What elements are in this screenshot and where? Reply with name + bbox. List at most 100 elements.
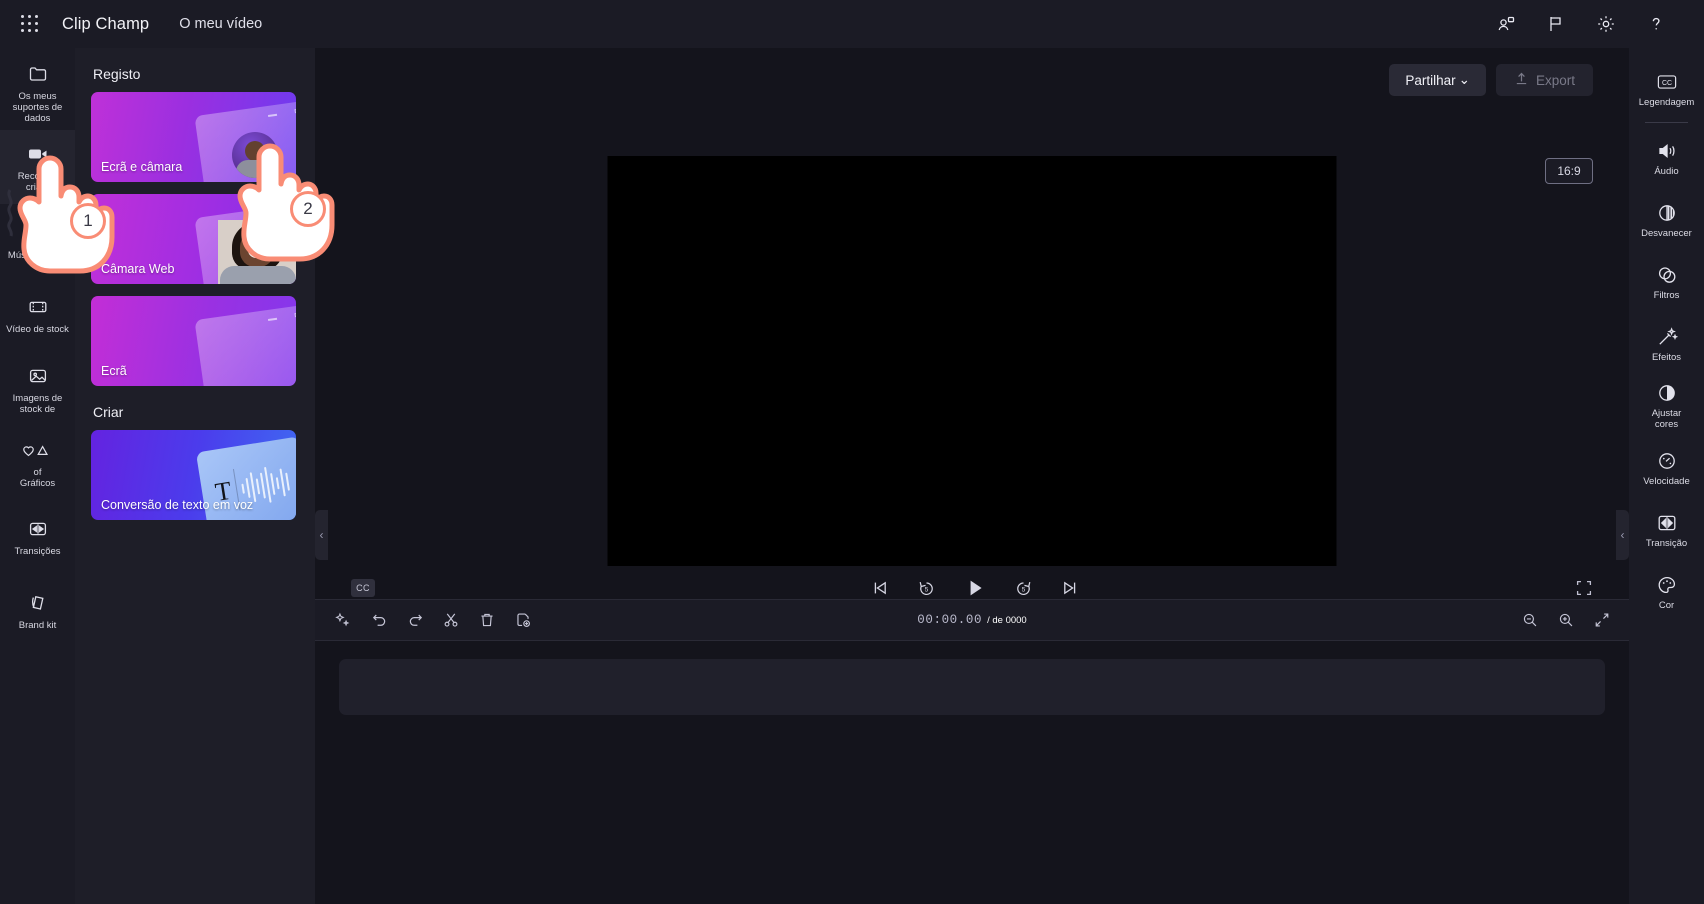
right-item-color[interactable]: Cor — [1629, 561, 1704, 623]
flag-icon[interactable] — [1544, 12, 1568, 36]
collapse-right-panel-button[interactable]: ‹ — [1616, 510, 1629, 560]
right-item-label: Efeitos — [1651, 351, 1682, 363]
rewind-5-button[interactable]: 5 — [916, 578, 937, 599]
contrast-icon — [1656, 382, 1678, 404]
magic-sparkle-button[interactable] — [333, 610, 353, 630]
sidebar-item-stock-video[interactable]: Vídeo de stock — [0, 278, 75, 352]
right-item-adjust-colors[interactable]: Ajustar cores — [1629, 375, 1704, 437]
right-item-filters[interactable]: Filtros — [1629, 251, 1704, 313]
filters-icon — [1656, 264, 1678, 286]
split-button[interactable] — [441, 610, 461, 630]
sidebar-item-stock-images[interactable]: Imagens de stock de — [0, 352, 75, 426]
right-item-captions[interactable]: CC Legendagem — [1629, 58, 1704, 120]
preview-stage: Partilhar ⌄ Export 16:9 CC 5 5 — [315, 48, 1629, 599]
redo-button[interactable] — [405, 610, 425, 630]
sidebar-item-label: Imagens de stock de — [12, 392, 63, 415]
window-dots — [294, 108, 296, 114]
collapse-left-panel-button[interactable]: ‹ — [315, 510, 328, 560]
right-item-label: Desvanecer — [1641, 227, 1692, 239]
card-screen[interactable]: Ecrã — [91, 296, 296, 386]
chevron-down-icon: ⌄ — [1458, 72, 1470, 87]
annotation-squiggle — [7, 189, 13, 237]
right-item-label: Filtros — [1653, 289, 1680, 301]
timeline-zoom-tools — [1521, 611, 1611, 629]
clipchamp-editor: Clip Champ O meu vídeo Os meus suportes … — [0, 0, 1704, 904]
window-dash — [267, 113, 278, 117]
editor-body: Os meus suportes de dados Record & criat… — [0, 48, 1704, 904]
card-label: Conversão de texto em voz — [101, 498, 254, 512]
window-dash — [267, 317, 278, 321]
sidebar-item-transitions[interactable]: Transições — [0, 500, 75, 574]
panel-section-record-heading: Registo — [93, 66, 141, 82]
zoom-out-button[interactable] — [1521, 611, 1539, 629]
fit-to-screen-button[interactable] — [1593, 611, 1611, 629]
forward-5-button[interactable]: 5 — [1013, 578, 1034, 599]
film-strip-icon — [27, 295, 49, 319]
right-item-effects[interactable]: Efeitos — [1629, 313, 1704, 375]
closed-captions-button[interactable]: CC — [351, 579, 375, 597]
aspect-ratio-button[interactable]: 16:9 — [1545, 158, 1593, 184]
chevron-left-icon: ‹ — [1620, 528, 1625, 542]
sidebar-item-label: Os meus suportes de dados — [12, 91, 63, 124]
top-bar-icons — [1494, 12, 1668, 36]
svg-text:CC: CC — [1661, 80, 1671, 87]
sidebar-item-graphics[interactable]: of Gráficos — [0, 426, 75, 500]
magic-wand-icon — [1656, 326, 1678, 348]
sidebar-item-label: Brand kit — [18, 620, 57, 631]
current-time: 00:00.00 — [917, 613, 983, 627]
photo-shirt — [220, 266, 296, 284]
fullscreen-button[interactable] — [1575, 579, 1593, 597]
sidebar-item-label: Vídeo de stock — [6, 324, 69, 335]
export-button-label: Export — [1535, 72, 1575, 88]
share-button[interactable]: Partilhar ⌄ — [1389, 64, 1486, 96]
transition-icon — [27, 517, 49, 541]
card-text-to-speech[interactable]: T Conversão de texto em voz — [91, 430, 296, 520]
upload-icon — [1514, 71, 1529, 89]
delete-button[interactable] — [477, 610, 497, 630]
screen-art — [194, 304, 296, 386]
gear-icon[interactable] — [1594, 12, 1618, 36]
camera-bubble-art — [232, 132, 278, 178]
card-screen-and-camera[interactable]: Ecrã e câmara — [91, 92, 296, 182]
transport-controls: 5 5 — [375, 576, 1575, 600]
record-and-create-panel: Registo Ecrã e câmara Câmara Web Ecrã Cr… — [75, 48, 315, 904]
app-launcher-icon[interactable] — [14, 8, 46, 40]
right-item-label: Velocidade — [1643, 475, 1690, 487]
left-tool-rail: Os meus suportes de dados Record & criat… — [0, 48, 75, 904]
right-item-speed[interactable]: Velocidade — [1629, 437, 1704, 499]
speedometer-icon — [1656, 450, 1678, 472]
card-label: Ecrã — [101, 364, 127, 378]
timeline-empty-track[interactable] — [339, 659, 1605, 715]
avatar-torso — [236, 160, 274, 178]
zoom-in-button[interactable] — [1557, 611, 1575, 629]
export-button[interactable]: Export — [1495, 64, 1593, 96]
skip-to-end-button[interactable] — [1060, 578, 1080, 598]
sidebar-item-label: of Gráficos — [19, 466, 56, 489]
share-button-label: Partilhar — [1405, 72, 1456, 88]
duplicate-button[interactable] — [513, 610, 533, 630]
timeline-tools-left — [333, 610, 533, 630]
right-item-label: Legendagem — [1638, 96, 1695, 108]
card-label: Câmara Web — [101, 262, 175, 276]
svg-text:5: 5 — [925, 586, 929, 593]
top-bar: Clip Champ O meu vídeo — [0, 0, 1704, 48]
sidebar-item-brand-kit[interactable]: Brand kit — [0, 574, 75, 648]
share-people-icon[interactable] — [1494, 12, 1518, 36]
project-name[interactable]: O meu vídeo — [179, 16, 262, 32]
card-webcam[interactable]: Câmara Web — [91, 194, 296, 284]
timeline-tracks[interactable] — [315, 641, 1629, 904]
svg-text:5: 5 — [1022, 586, 1026, 593]
right-item-fade[interactable]: Desvanecer — [1629, 189, 1704, 251]
right-item-label: Cor — [1658, 599, 1675, 611]
right-item-transition[interactable]: Transição — [1629, 499, 1704, 561]
rail-divider — [1645, 122, 1688, 123]
video-preview-canvas[interactable] — [607, 156, 1337, 566]
play-button[interactable] — [963, 576, 987, 600]
sidebar-item-my-media[interactable]: Os meus suportes de dados — [0, 56, 75, 130]
skip-to-start-button[interactable] — [870, 578, 890, 598]
undo-button[interactable] — [369, 610, 389, 630]
help-icon[interactable] — [1644, 12, 1668, 36]
brand-kit-icon — [27, 591, 49, 615]
window-dots — [294, 312, 296, 318]
right-item-audio[interactable]: Áudio — [1629, 127, 1704, 189]
